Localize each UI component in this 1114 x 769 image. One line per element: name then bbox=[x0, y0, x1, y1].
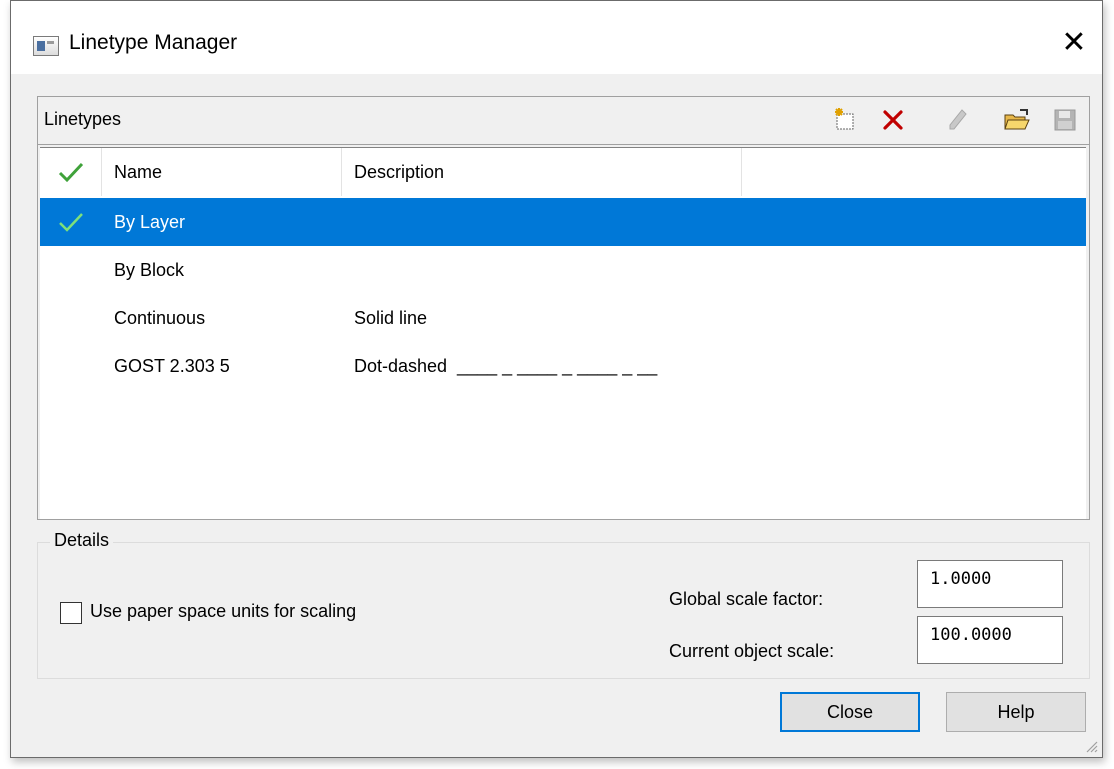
global-scale-input[interactable]: 1.0000 bbox=[917, 560, 1063, 608]
linetype-name: By Layer bbox=[114, 211, 186, 232]
linetype-manager-dialog: Linetype Manager ✕ Linetypes Name Descri… bbox=[10, 0, 1103, 758]
object-scale-input[interactable]: 100.0000 bbox=[917, 616, 1063, 664]
app-icon bbox=[33, 36, 59, 56]
save-icon[interactable] bbox=[1048, 103, 1082, 137]
linetypes-header: Linetypes bbox=[38, 97, 1089, 145]
details-group: Details Use paper space units for scalin… bbox=[37, 530, 1090, 679]
window-title: Linetype Manager bbox=[69, 31, 238, 54]
open-folder-icon[interactable] bbox=[1000, 103, 1034, 137]
details-title: Details bbox=[50, 530, 114, 551]
linetype-list: Name Description By Layer By Block Conti… bbox=[40, 147, 1086, 519]
checkmark-icon bbox=[59, 213, 83, 232]
linetype-row[interactable]: By Layer bbox=[40, 198, 1086, 246]
current-column-header[interactable] bbox=[40, 148, 102, 196]
paper-space-checkbox[interactable] bbox=[60, 602, 82, 624]
linetype-name: By Block bbox=[114, 259, 185, 280]
close-window-icon[interactable]: ✕ bbox=[1052, 23, 1096, 63]
description-column-header[interactable]: Description bbox=[342, 148, 742, 196]
help-button[interactable]: Help bbox=[946, 692, 1086, 732]
delete-icon[interactable] bbox=[876, 103, 910, 137]
linetype-description: Solid line bbox=[354, 307, 428, 328]
global-scale-label: Global scale factor: bbox=[669, 589, 824, 609]
linetype-row[interactable]: By Block bbox=[40, 246, 1086, 294]
linetype-row[interactable]: Continuous Solid line bbox=[40, 294, 1086, 342]
linetypes-panel: Linetypes Name Description By Layer By B… bbox=[37, 96, 1090, 520]
new-linetype-icon[interactable] bbox=[828, 103, 862, 137]
linetype-name: Continuous bbox=[114, 307, 206, 328]
title-bar: Linetype Manager ✕ bbox=[11, 1, 1102, 74]
checkmark-icon bbox=[58, 162, 83, 183]
name-column-header[interactable]: Name bbox=[102, 148, 342, 196]
linetypes-title: Linetypes bbox=[44, 109, 122, 129]
paper-space-label[interactable]: Use paper space units for scaling bbox=[90, 601, 356, 622]
resize-grip-icon[interactable] bbox=[1084, 739, 1098, 753]
object-scale-label: Current object scale: bbox=[669, 641, 835, 661]
linetype-row[interactable]: GOST 2.303 5 Dot-dashed ____ _ ____ _ __… bbox=[40, 342, 1086, 390]
close-button[interactable]: Close bbox=[780, 692, 920, 732]
linetype-description: Dot-dashed ____ _ ____ _ ____ _ __ bbox=[354, 355, 658, 376]
edit-icon[interactable] bbox=[941, 103, 975, 137]
linetype-name: GOST 2.303 5 bbox=[114, 355, 230, 376]
